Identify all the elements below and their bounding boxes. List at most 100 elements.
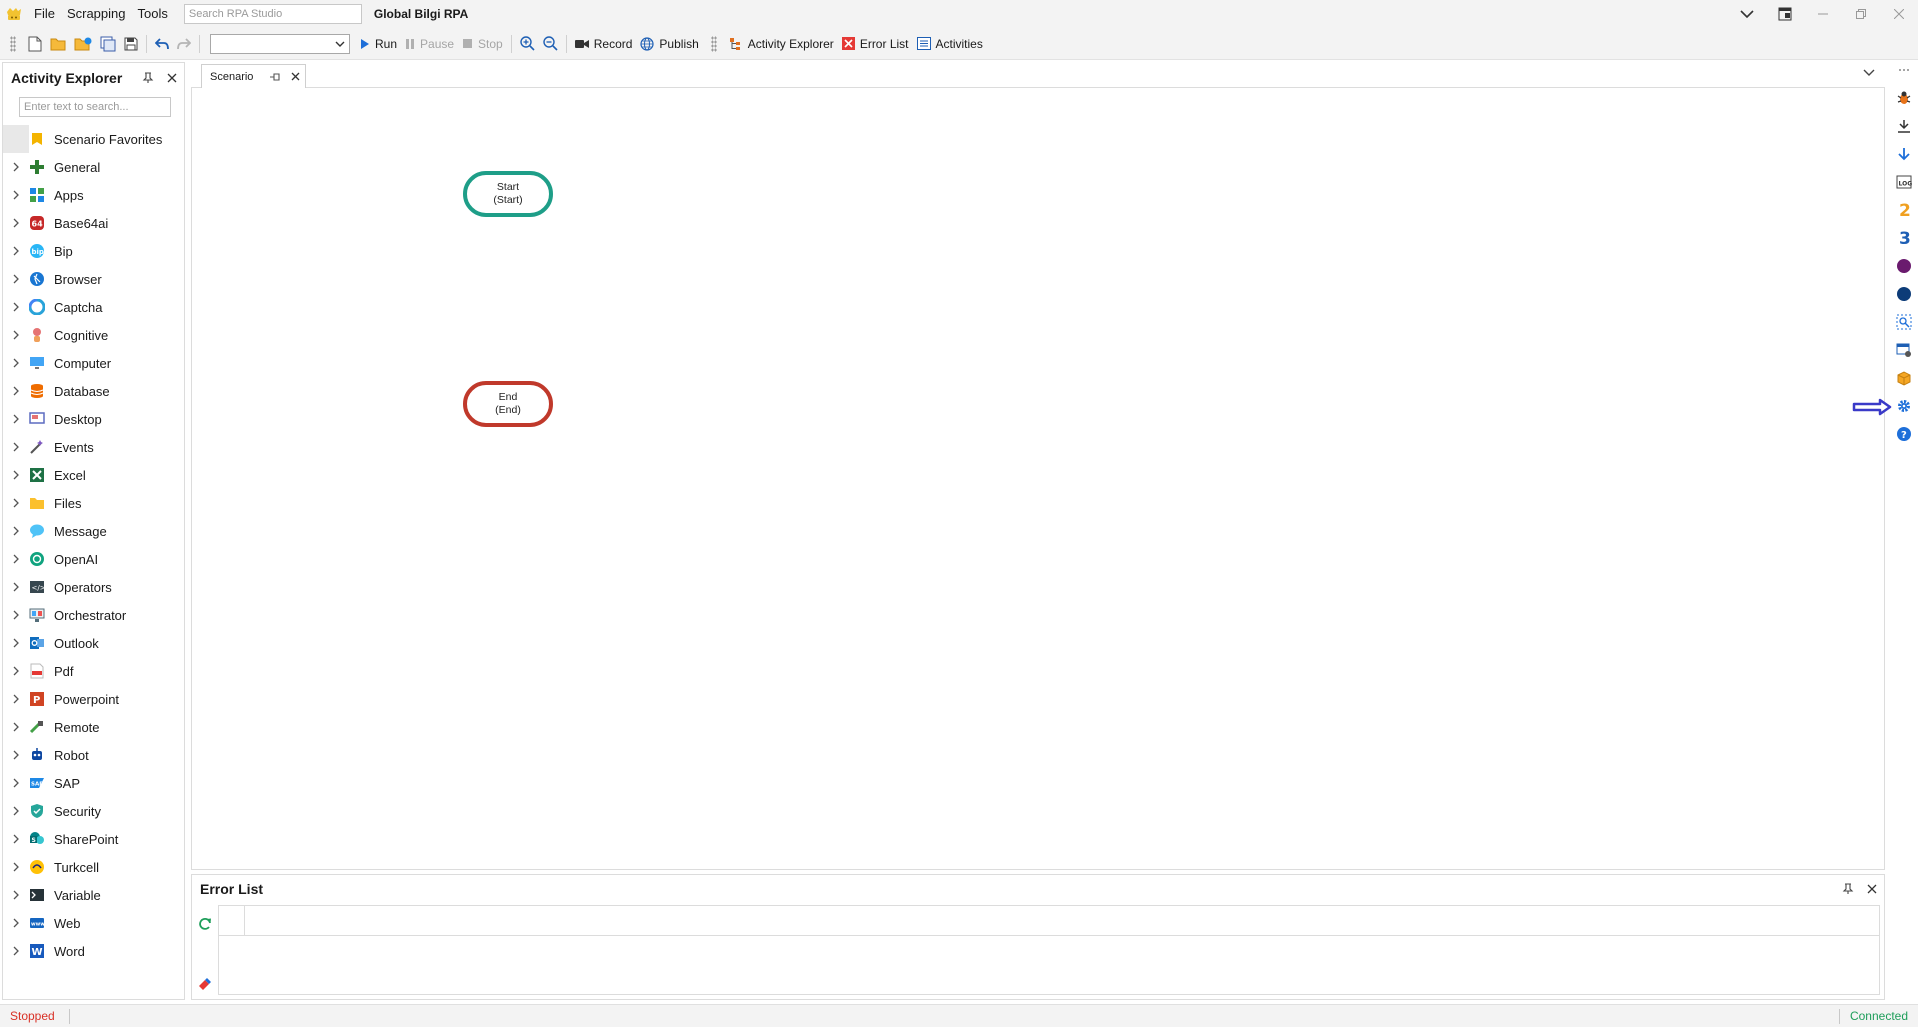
error-list-grid[interactable]	[218, 905, 1880, 995]
close-icon[interactable]	[160, 66, 184, 90]
tree-item-remote[interactable]: Remote	[3, 713, 184, 741]
expand-arrow-icon[interactable]	[3, 946, 29, 956]
pause-button[interactable]: Pause	[401, 32, 458, 56]
pin-icon[interactable]	[136, 66, 160, 90]
stop-button[interactable]: Stop	[458, 32, 507, 56]
download-icon[interactable]	[1894, 116, 1914, 136]
close-window-button[interactable]	[1880, 0, 1918, 28]
save-button[interactable]	[120, 32, 142, 56]
expand-arrow-icon[interactable]	[3, 218, 29, 228]
window-settings-icon[interactable]	[1894, 340, 1914, 360]
tree-item-word[interactable]: W Word	[3, 937, 184, 965]
end-node[interactable]: End (End)	[463, 381, 553, 427]
expand-arrow-icon[interactable]	[3, 918, 29, 928]
menu-file[interactable]: File	[28, 0, 61, 28]
tree-item-turkcell[interactable]: Turkcell	[3, 853, 184, 881]
package-icon[interactable]	[1894, 368, 1914, 388]
start-node[interactable]: Start (Start)	[463, 171, 553, 217]
tree-item-excel[interactable]: Excel	[3, 461, 184, 489]
help-icon[interactable]: ?	[1894, 424, 1914, 444]
expand-arrow-icon[interactable]	[3, 498, 29, 508]
expand-arrow-icon[interactable]	[3, 162, 29, 172]
expand-arrow-icon[interactable]	[3, 330, 29, 340]
expand-arrow-icon[interactable]	[3, 666, 29, 676]
open-recent-button[interactable]	[70, 32, 96, 56]
purple-circle-icon[interactable]	[1894, 256, 1914, 276]
toolbar-grip[interactable]	[10, 35, 16, 52]
expand-arrow-icon[interactable]	[3, 274, 29, 284]
tree-item-files[interactable]: Files	[3, 489, 184, 517]
arrow-down-icon[interactable]	[1894, 144, 1914, 164]
tab-scenario[interactable]: Scenario	[201, 64, 306, 88]
expand-arrow-icon[interactable]	[3, 722, 29, 732]
tree-item-events[interactable]: Events	[3, 433, 184, 461]
tree-item-base64ai[interactable]: 64 Base64ai	[3, 209, 184, 237]
activity-search-input[interactable]	[19, 97, 171, 117]
expand-arrow-icon[interactable]	[3, 890, 29, 900]
restore-button[interactable]	[1842, 0, 1880, 28]
pin-icon[interactable]	[1836, 877, 1860, 901]
toolbar-grip[interactable]	[710, 35, 717, 52]
layout-icon[interactable]	[1766, 0, 1804, 28]
expand-arrow-icon[interactable]	[3, 862, 29, 872]
tree-item-browser[interactable]: Browser	[3, 265, 184, 293]
save-all-button[interactable]	[96, 32, 120, 56]
tree-item-pdf[interactable]: Pdf	[3, 657, 184, 685]
tree-item-computer[interactable]: Computer	[3, 349, 184, 377]
expand-arrow-icon[interactable]	[3, 246, 29, 256]
chevron-down-icon[interactable]	[1728, 0, 1766, 28]
publish-button[interactable]: Publish	[636, 32, 702, 56]
close-icon[interactable]	[1860, 877, 1884, 901]
expand-arrow-icon[interactable]	[3, 834, 29, 844]
tree-item-orchestrator[interactable]: Orchestrator	[3, 601, 184, 629]
tree-item-operators[interactable]: </> Operators	[3, 573, 184, 601]
expand-arrow-icon[interactable]	[3, 302, 29, 312]
close-tab-icon[interactable]	[285, 67, 305, 87]
tree-item-message[interactable]: Message	[3, 517, 184, 545]
error-list-button[interactable]: Error List	[838, 32, 913, 56]
activities-button[interactable]: Activities	[913, 32, 987, 56]
navy-circle-icon[interactable]	[1894, 284, 1914, 304]
expand-arrow-icon[interactable]	[3, 610, 29, 620]
redo-button[interactable]	[173, 32, 195, 56]
expand-arrow-icon[interactable]	[3, 638, 29, 648]
tree-item-web[interactable]: www Web	[3, 909, 184, 937]
scenario-dropdown[interactable]	[210, 33, 350, 54]
tree-item-sharepoint[interactable]: S SharePoint	[3, 825, 184, 853]
tree-item-variable[interactable]: Variable	[3, 881, 184, 909]
tree-item-powerpoint[interactable]: P Powerpoint	[3, 685, 184, 713]
expand-arrow-icon[interactable]	[3, 694, 29, 704]
tree-item-outlook[interactable]: Outlook	[3, 629, 184, 657]
tree-item-cognitive[interactable]: Cognitive	[3, 321, 184, 349]
log-icon[interactable]: LOG	[1894, 172, 1914, 192]
tree-item-robot[interactable]: Robot	[3, 741, 184, 769]
tree-item-scenario-favorites[interactable]: Scenario Favorites	[3, 125, 184, 153]
expand-arrow-icon[interactable]	[3, 778, 29, 788]
expand-arrow-icon[interactable]	[3, 526, 29, 536]
open-folder-button[interactable]	[46, 32, 70, 56]
workflow-canvas[interactable]: Start (Start) End (End)	[191, 88, 1885, 870]
clear-eraser-icon[interactable]	[196, 975, 214, 993]
zoom-out-button[interactable]	[539, 32, 562, 56]
record-button[interactable]: Record	[571, 32, 637, 56]
undo-button[interactable]	[151, 32, 173, 56]
pin-tab-icon[interactable]	[265, 67, 285, 87]
menu-scrapping[interactable]: Scrapping	[61, 0, 132, 28]
tree-item-general[interactable]: General	[3, 153, 184, 181]
expand-arrow-icon[interactable]	[3, 190, 29, 200]
activity-explorer-button[interactable]: Activity Explorer	[725, 32, 838, 56]
tree-item-security[interactable]: Security	[3, 797, 184, 825]
settings-gear-icon[interactable]	[1894, 396, 1914, 416]
tree-item-database[interactable]: Database	[3, 377, 184, 405]
number-two-icon[interactable]: 2	[1894, 200, 1914, 220]
minimize-button[interactable]	[1804, 0, 1842, 28]
tree-item-sap[interactable]: SAP SAP	[3, 769, 184, 797]
tab-list-chevron-icon[interactable]	[1863, 67, 1875, 77]
tree-item-apps[interactable]: Apps	[3, 181, 184, 209]
tree-item-desktop[interactable]: Desktop	[3, 405, 184, 433]
expand-arrow-icon[interactable]	[3, 470, 29, 480]
expand-arrow-icon[interactable]	[3, 414, 29, 424]
expand-arrow-icon[interactable]	[3, 554, 29, 564]
inspect-icon[interactable]	[1894, 312, 1914, 332]
tree-item-openai[interactable]: OpenAI	[3, 545, 184, 573]
